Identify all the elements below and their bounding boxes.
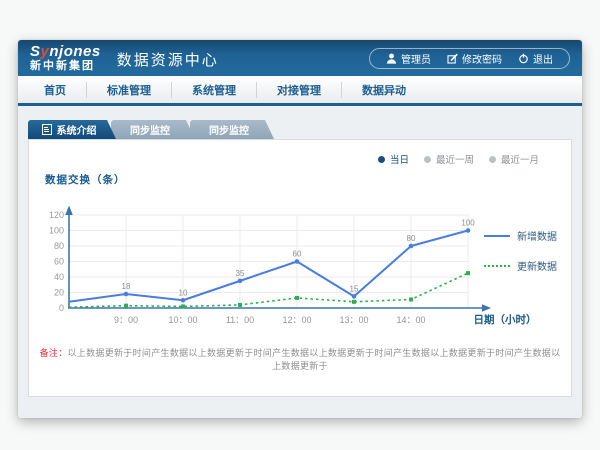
power-icon [518, 53, 529, 64]
logout-label: 退出 [533, 51, 553, 66]
brand-letter: S [30, 43, 41, 60]
legend-label: 新增数据 [517, 228, 557, 243]
nav-item-5[interactable]: 数据异动 [342, 82, 426, 98]
nav-item-3[interactable]: 系统管理 [172, 82, 257, 98]
svg-text:100: 100 [461, 219, 475, 228]
logout-button[interactable]: 退出 [510, 51, 561, 66]
svg-text:60: 60 [54, 257, 64, 267]
legend-line-icon [484, 265, 510, 267]
footnote-text: 以上数据更新于时间产生数据以上数据更新于时间产生数据以上数据更新于时间产生数据以… [68, 348, 561, 371]
svg-text:0: 0 [59, 303, 64, 313]
content-area: 系统介绍 同步监控 同步监控 当日 最近一周 最近一月 数据交换（条） 0 20 40 60 8… [18, 106, 582, 397]
tab-bar: 系统介绍 同步监控 同步监控 [28, 120, 572, 139]
svg-text:20: 20 [54, 288, 64, 298]
app-title: 数据资源中心 [117, 49, 219, 70]
svg-text:10：00: 10：00 [168, 315, 197, 325]
svg-text:80: 80 [407, 234, 416, 243]
svg-text:10: 10 [179, 288, 188, 297]
svg-text:100: 100 [49, 226, 64, 236]
svg-text:80: 80 [54, 241, 64, 251]
user-icon [386, 53, 397, 64]
chart-panel: 当日 最近一周 最近一月 数据交换（条） 0 20 40 60 80 100 120 9：00 10… [28, 139, 572, 397]
legend-item-1[interactable]: 新增数据 [484, 228, 557, 243]
nav-item-2[interactable]: 标准管理 [87, 82, 172, 98]
change-password-label: 修改密码 [462, 51, 502, 66]
brand-subtitle: 新中新集团 [30, 61, 101, 72]
range-option-label: 当日 [390, 152, 409, 166]
user-toolbar: 管理员 修改密码 退出 [369, 48, 570, 69]
svg-text:13：00: 13：00 [339, 315, 368, 325]
time-range-selector: 当日 最近一周 最近一月 [378, 152, 539, 166]
app-header: Synjones 新中新集团 数据资源中心 管理员 修改密码 退出 [18, 40, 582, 76]
edit-icon [447, 53, 458, 64]
range-option-1[interactable]: 当日 [378, 152, 409, 166]
brand-logo: Synjones 新中新集团 [30, 44, 101, 72]
tab-label: 系统介绍 [57, 122, 97, 137]
user-menu[interactable]: 管理员 [378, 51, 439, 66]
svg-text:日期（小时）: 日期（小时） [474, 313, 537, 326]
svg-text:14：00: 14：00 [396, 315, 425, 325]
tab-2[interactable]: 同步监控 [111, 120, 195, 139]
tab-1[interactable]: 系统介绍 [28, 120, 116, 139]
app-window: Synjones 新中新集团 数据资源中心 管理员 修改密码 退出 首页标准管理… [18, 40, 582, 418]
legend-item-2[interactable]: 更新数据 [484, 258, 557, 273]
tab-label: 同步监控 [209, 122, 249, 137]
svg-text:35: 35 [236, 269, 245, 278]
main-nav: 首页标准管理系统管理对接管理数据异动 [18, 76, 582, 106]
svg-text:60: 60 [293, 250, 302, 259]
nav-item-4[interactable]: 对接管理 [257, 82, 342, 98]
svg-text:15: 15 [350, 284, 359, 293]
range-option-3[interactable]: 最近一月 [489, 152, 539, 166]
footnote: 备注：以上数据更新于时间产生数据以上数据更新于时间产生数据以上数据更新于时间产生… [39, 346, 561, 372]
svg-text:12：00: 12：00 [282, 315, 311, 325]
range-option-2[interactable]: 最近一周 [424, 152, 474, 166]
legend-label: 更新数据 [517, 258, 557, 273]
radio-icon [424, 156, 431, 163]
svg-text:18: 18 [122, 282, 131, 291]
svg-text:9：00: 9：00 [114, 315, 138, 325]
radio-icon [489, 156, 496, 163]
nav-item-1[interactable]: 首页 [24, 82, 87, 98]
brand-letters: njones [49, 43, 100, 60]
range-option-label: 最近一周 [436, 152, 474, 166]
tab-3[interactable]: 同步监控 [190, 120, 274, 139]
series-legend: 新增数据更新数据 [484, 228, 557, 273]
change-password-button[interactable]: 修改密码 [439, 51, 510, 66]
brand-logo-text: Synjones [30, 44, 101, 59]
radio-icon [378, 156, 385, 163]
svg-text:40: 40 [54, 272, 64, 282]
svg-text:120: 120 [49, 210, 64, 220]
footnote-prefix: 备注： [40, 348, 68, 358]
document-icon [42, 124, 52, 135]
user-name: 管理员 [401, 51, 431, 66]
svg-text:11：00: 11：00 [226, 315, 254, 325]
y-axis-title: 数据交换（条） [45, 172, 126, 187]
range-option-label: 最近一月 [501, 152, 539, 166]
tab-label: 同步监控 [130, 122, 170, 137]
legend-line-icon [484, 235, 510, 237]
